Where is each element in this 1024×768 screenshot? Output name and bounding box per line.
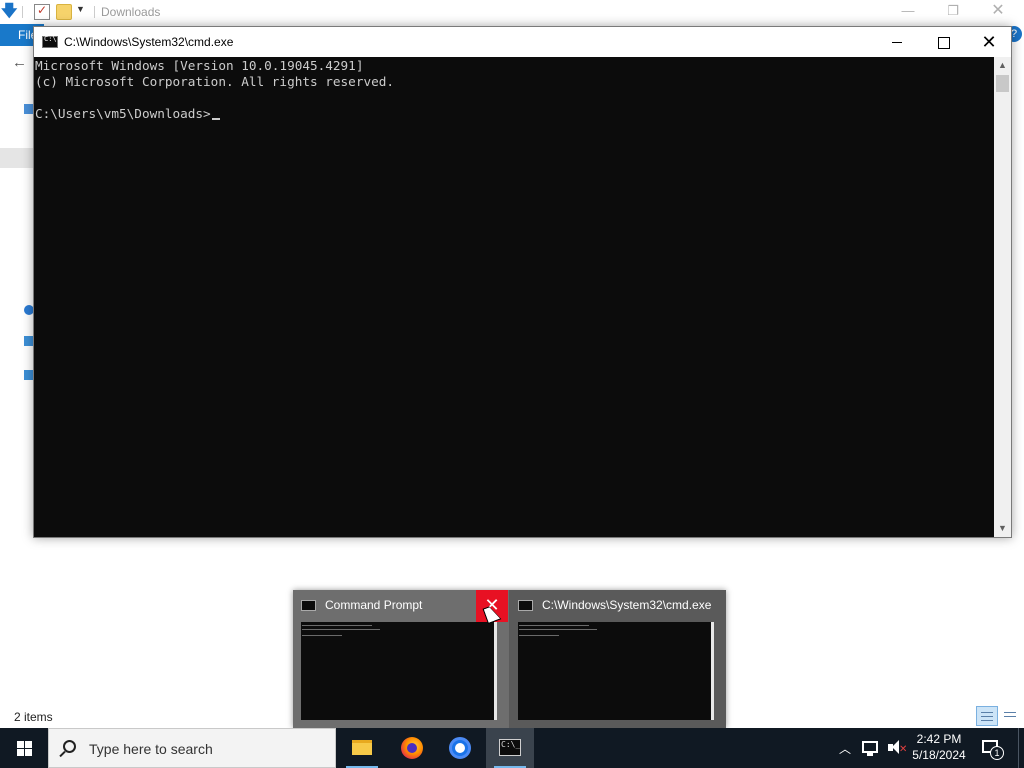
thumbnail-title: Command Prompt	[325, 598, 423, 612]
file-explorer-icon	[352, 740, 372, 755]
volume-muted-icon[interactable]: ✕	[888, 740, 907, 756]
text-cursor	[211, 118, 220, 120]
nav-pane-selected-item[interactable]	[0, 148, 34, 168]
console-output[interactable]: Microsoft Windows [Version 10.0.19045.42…	[34, 57, 994, 537]
explorer-item-count: 2 items	[14, 710, 53, 724]
taskbar-command-prompt[interactable]	[486, 728, 534, 768]
chrome-icon	[449, 737, 471, 759]
details-view-button[interactable]	[976, 706, 998, 726]
console-prompt: C:\Users\vm5\Downloads>	[35, 106, 211, 121]
taskbar: Type here to search ︿ ✕ 2:42 PM 5/18/202…	[0, 728, 1024, 768]
console-line: Microsoft Windows [Version 10.0.19045.42…	[35, 58, 364, 73]
windows-logo-icon	[17, 741, 24, 748]
start-button[interactable]	[0, 728, 48, 768]
thumbnail-cmd-exe[interactable]: C:\Windows\System32\cmd.exe	[510, 590, 726, 728]
scroll-up-arrow-icon[interactable]: ▲	[994, 57, 1011, 74]
scroll-thumb[interactable]	[996, 75, 1009, 92]
clock-time: 2:42 PM	[916, 732, 962, 746]
taskbar-chrome[interactable]	[436, 728, 484, 768]
search-icon	[63, 740, 76, 753]
scroll-down-arrow-icon[interactable]: ▼	[994, 520, 1011, 537]
console-line: (c) Microsoft Corporation. All rights re…	[35, 74, 395, 89]
cmd-icon	[499, 739, 521, 756]
cmd-icon[interactable]	[42, 35, 58, 48]
notification-count-badge: 1	[990, 746, 1004, 760]
cmd-title: C:\Windows\System32\cmd.exe	[64, 35, 234, 49]
thumbnail-header: C:\Windows\System32\cmd.exe	[510, 590, 726, 620]
system-clock[interactable]: 2:42 PM 5/18/2024	[906, 728, 972, 768]
customize-toolbar-dropdown-icon[interactable]: ▼	[76, 4, 92, 20]
explorer-title: Downloads	[101, 5, 161, 19]
cmd-close-button[interactable]: ✕	[966, 27, 1012, 57]
taskbar-file-explorer[interactable]	[338, 728, 386, 768]
thumbnail-header: Command Prompt ✕	[293, 590, 509, 622]
cmd-icon	[518, 600, 533, 611]
thumbnail-preview-image	[301, 622, 497, 720]
search-placeholder: Type here to search	[89, 741, 213, 757]
thumbnail-command-prompt[interactable]: Command Prompt ✕	[293, 590, 509, 728]
network-icon[interactable]	[862, 741, 878, 756]
new-folder-icon[interactable]	[56, 4, 72, 20]
cmd-titlebar[interactable]: C:\Windows\System32\cmd.exe ✕	[34, 27, 1011, 57]
taskbar-search-box[interactable]: Type here to search	[48, 728, 336, 768]
cmd-window[interactable]: C:\Windows\System32\cmd.exe ✕ Microsoft …	[33, 26, 1012, 538]
cmd-minimize-button[interactable]	[874, 27, 920, 57]
explorer-close-button[interactable]: ✕	[986, 2, 1010, 22]
divider	[94, 6, 95, 18]
explorer-restore-button[interactable]: ❐	[941, 2, 965, 22]
taskbar-thumbnail-preview: Command Prompt ✕ C:\Windows\System32\cmd…	[293, 590, 726, 728]
explorer-titlebar: 🡇 ▼ Downloads — ❐ ✕	[0, 0, 1024, 24]
explorer-minimize-button[interactable]: —	[896, 2, 920, 22]
vertical-scrollbar[interactable]: ▲ ▼	[994, 57, 1011, 537]
download-arrow-icon[interactable]: 🡇	[1, 4, 17, 20]
large-icons-view-button[interactable]	[1000, 708, 1018, 724]
show-hidden-icons-chevron-icon[interactable]: ︿	[838, 740, 852, 768]
clock-date: 5/18/2024	[912, 748, 966, 762]
taskbar-firefox[interactable]	[388, 728, 436, 768]
divider	[22, 6, 23, 18]
thumbnail-title: C:\Windows\System32\cmd.exe	[542, 598, 712, 612]
firefox-icon	[401, 737, 423, 759]
back-arrow-icon[interactable]: ←	[12, 54, 27, 71]
properties-icon[interactable]	[34, 3, 50, 20]
action-center-icon[interactable]: 1	[980, 738, 1004, 760]
console-prompt-line[interactable]: C:\Users\vm5\Downloads>	[35, 106, 994, 122]
show-desktop-button[interactable]	[1018, 728, 1024, 768]
thumbnail-preview-image	[518, 622, 714, 720]
cmd-icon	[301, 600, 316, 611]
cmd-maximize-button[interactable]	[920, 27, 966, 57]
